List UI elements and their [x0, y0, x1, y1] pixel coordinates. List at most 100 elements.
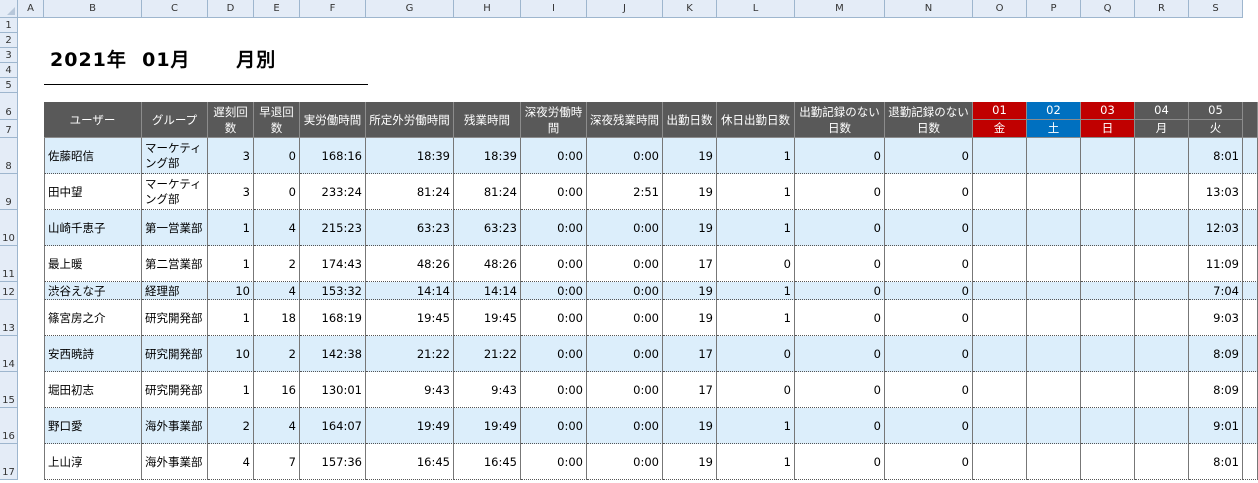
cell-day04[interactable]: [1135, 210, 1189, 246]
cell-day05[interactable]: 8:01: [1189, 444, 1243, 480]
cell-actual[interactable]: 168:16: [300, 138, 366, 174]
cell-nightot[interactable]: 0:00: [587, 300, 663, 336]
cell-over[interactable]: 18:39: [366, 138, 454, 174]
cell-noin[interactable]: 0: [795, 372, 885, 408]
cell-next[interactable]: [1243, 372, 1258, 408]
cell-day04[interactable]: [1135, 372, 1189, 408]
cell-user[interactable]: 安西暁詩: [44, 336, 142, 372]
cell-actual[interactable]: 174:43: [300, 246, 366, 282]
cell-ot[interactable]: 9:43: [454, 372, 521, 408]
cell-group[interactable]: 経理部: [142, 282, 208, 300]
cell-late[interactable]: 1: [208, 300, 254, 336]
cell-day01[interactable]: [973, 408, 1027, 444]
cell-over[interactable]: 16:45: [366, 444, 454, 480]
column-header-R[interactable]: R: [1135, 0, 1189, 18]
column-header-A[interactable]: A: [18, 0, 44, 18]
cell-day02[interactable]: [1027, 174, 1081, 210]
cell-nightot[interactable]: 0:00: [587, 372, 663, 408]
cell-user[interactable]: 最上暖: [44, 246, 142, 282]
cell-next[interactable]: [1243, 408, 1258, 444]
row-header-11[interactable]: 11: [0, 246, 18, 282]
cell-late[interactable]: 10: [208, 336, 254, 372]
cell-day05[interactable]: 8:09: [1189, 336, 1243, 372]
cell-user[interactable]: 堀田初志: [44, 372, 142, 408]
column-header-G[interactable]: G: [366, 0, 454, 18]
cell-noout[interactable]: 0: [885, 408, 973, 444]
cell-over[interactable]: 14:14: [366, 282, 454, 300]
cell-noin[interactable]: 0: [795, 174, 885, 210]
cell-early[interactable]: 0: [254, 174, 300, 210]
cell-late[interactable]: 4: [208, 444, 254, 480]
cell-noout[interactable]: 0: [885, 444, 973, 480]
cell-day01[interactable]: [973, 336, 1027, 372]
cell-user[interactable]: 上山淳: [44, 444, 142, 480]
cell-noout[interactable]: 0: [885, 210, 973, 246]
cell-day04[interactable]: [1135, 174, 1189, 210]
cell-late[interactable]: 1: [208, 246, 254, 282]
cell-day03[interactable]: [1081, 246, 1135, 282]
cell-user[interactable]: 野口愛: [44, 408, 142, 444]
cell-day05[interactable]: 9:01: [1189, 408, 1243, 444]
cell-nightot[interactable]: 0:00: [587, 282, 663, 300]
cell-day02[interactable]: [1027, 372, 1081, 408]
cell-ot[interactable]: 18:39: [454, 138, 521, 174]
cell-late[interactable]: 3: [208, 174, 254, 210]
row-header-14[interactable]: 14: [0, 336, 18, 372]
cell-day01[interactable]: [973, 174, 1027, 210]
cell-over[interactable]: 48:26: [366, 246, 454, 282]
cell-ot[interactable]: 14:14: [454, 282, 521, 300]
cell-holiday[interactable]: 1: [717, 174, 795, 210]
column-header-H[interactable]: H: [454, 0, 521, 18]
cell-day03[interactable]: [1081, 408, 1135, 444]
cell-day02[interactable]: [1027, 282, 1081, 300]
row-header-17[interactable]: 17: [0, 444, 18, 480]
cell-day02[interactable]: [1027, 210, 1081, 246]
cell-day04[interactable]: [1135, 246, 1189, 282]
cell-day05[interactable]: 8:01: [1189, 138, 1243, 174]
cell-holiday[interactable]: 1: [717, 210, 795, 246]
row-header-12[interactable]: 12: [0, 282, 18, 300]
cell-noout[interactable]: 0: [885, 174, 973, 210]
cell-over[interactable]: 19:45: [366, 300, 454, 336]
cell-days[interactable]: 19: [663, 174, 717, 210]
cell-day01[interactable]: [973, 372, 1027, 408]
cell-next[interactable]: [1243, 300, 1258, 336]
cell-day05[interactable]: 13:03: [1189, 174, 1243, 210]
column-header-N[interactable]: N: [885, 0, 973, 18]
cell-group[interactable]: 第一営業部: [142, 210, 208, 246]
cell-actual[interactable]: 168:19: [300, 300, 366, 336]
cell-noout[interactable]: 0: [885, 336, 973, 372]
column-header-Q[interactable]: Q: [1081, 0, 1135, 18]
cell-next[interactable]: [1243, 444, 1258, 480]
cell-actual[interactable]: 164:07: [300, 408, 366, 444]
cell-noout[interactable]: 0: [885, 372, 973, 408]
cell-holiday[interactable]: 1: [717, 138, 795, 174]
cell-actual[interactable]: 142:38: [300, 336, 366, 372]
cell-night[interactable]: 0:00: [521, 300, 587, 336]
cell-day03[interactable]: [1081, 210, 1135, 246]
cell-user[interactable]: 篠宮房之介: [44, 300, 142, 336]
cell-day01[interactable]: [973, 246, 1027, 282]
row-header-13[interactable]: 13: [0, 300, 18, 336]
cell-day05[interactable]: 11:09: [1189, 246, 1243, 282]
cell-actual[interactable]: 215:23: [300, 210, 366, 246]
cell-user[interactable]: 渋谷えな子: [44, 282, 142, 300]
cell-early[interactable]: 7: [254, 444, 300, 480]
cell-early[interactable]: 4: [254, 282, 300, 300]
cell-night[interactable]: 0:00: [521, 372, 587, 408]
cell-day01[interactable]: [973, 300, 1027, 336]
cell-days[interactable]: 19: [663, 138, 717, 174]
cell-day04[interactable]: [1135, 336, 1189, 372]
cell-night[interactable]: 0:00: [521, 336, 587, 372]
cell-ot[interactable]: 81:24: [454, 174, 521, 210]
cell-next[interactable]: [1243, 174, 1258, 210]
cell-day03[interactable]: [1081, 372, 1135, 408]
row-header-4[interactable]: 4: [0, 63, 18, 78]
cell-holiday[interactable]: 1: [717, 408, 795, 444]
cell-early[interactable]: 2: [254, 336, 300, 372]
cell-early[interactable]: 16: [254, 372, 300, 408]
cell-over[interactable]: 81:24: [366, 174, 454, 210]
column-header-F[interactable]: F: [300, 0, 366, 18]
cell-over[interactable]: 63:23: [366, 210, 454, 246]
cell-night[interactable]: 0:00: [521, 408, 587, 444]
